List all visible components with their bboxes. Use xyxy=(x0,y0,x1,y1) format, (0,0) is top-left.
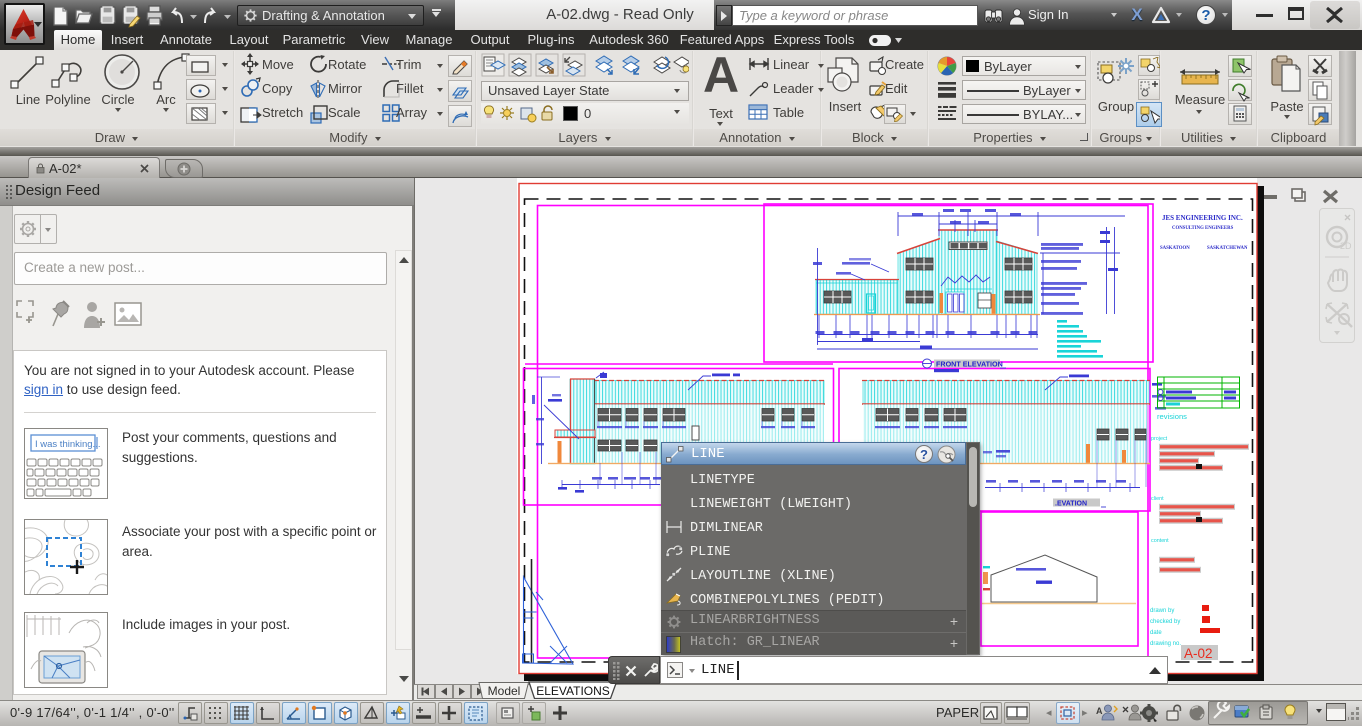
svg-text:project: project xyxy=(1151,436,1168,442)
svg-text:CONSULTING ENGINEERS: CONSULTING ENGINEERS xyxy=(1172,226,1234,231)
svg-text:SASKATCHEWAN: SASKATCHEWAN xyxy=(1207,246,1248,251)
svg-text:SASKATOON: SASKATOON xyxy=(1160,246,1190,251)
svg-text:2D: 2D xyxy=(1340,241,1352,251)
svg-text:A-02: A-02 xyxy=(1184,646,1213,661)
svg-text:I was thinking...: I was thinking... xyxy=(35,439,100,450)
svg-text:date: date xyxy=(1150,630,1162,636)
svg-text:revisions: revisions xyxy=(1157,412,1187,421)
svg-text:.EVATION: .EVATION xyxy=(1055,501,1087,508)
svg-text:A: A xyxy=(1096,706,1103,716)
svg-text:content: content xyxy=(1151,538,1169,544)
svg-text:client: client xyxy=(1151,496,1164,502)
svg-text:drawing no.: drawing no. xyxy=(1150,641,1181,647)
svg-text:FRONT ELEVATION: FRONT ELEVATION xyxy=(936,360,1003,369)
svg-text:checked by: checked by xyxy=(1150,619,1180,625)
svg-text:drawn by: drawn by xyxy=(1150,608,1174,614)
svg-text:JES ENGINEERING INC.: JES ENGINEERING INC. xyxy=(1162,214,1243,222)
